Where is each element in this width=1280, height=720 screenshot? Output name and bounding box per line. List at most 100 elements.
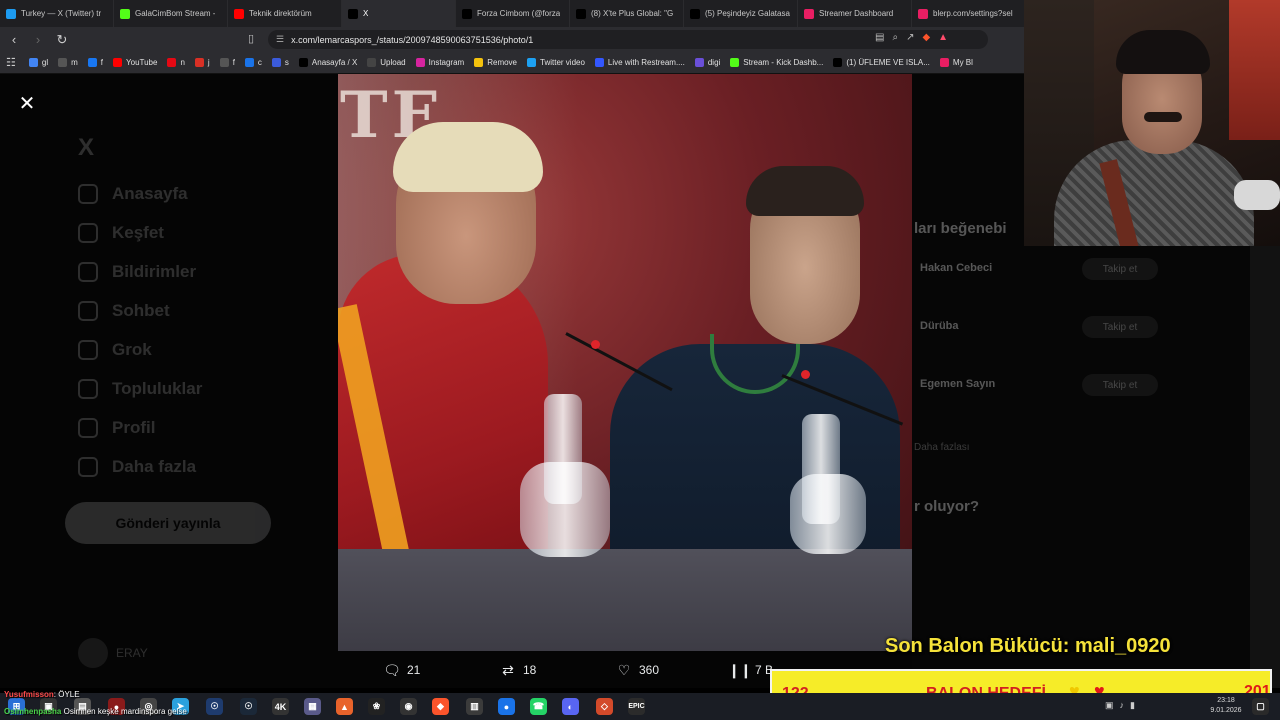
follow-button[interactable]: Takip et — [1082, 316, 1158, 338]
avatar — [78, 638, 108, 668]
bookmark-item[interactable]: c — [240, 58, 267, 67]
suggested-user-name[interactable]: Egemen Sayın — [920, 378, 995, 390]
x-icon — [690, 8, 700, 19]
4k-app-icon[interactable]: 4K — [272, 698, 289, 715]
browser-tab[interactable]: (8) X'te Plus Global: "G — [570, 0, 684, 27]
notification-icon[interactable]: ▢ — [1252, 698, 1269, 715]
share-icon[interactable]: ↗ — [906, 32, 914, 43]
x-logo[interactable]: X — [78, 134, 94, 162]
account-switcher[interactable]: ERAY — [78, 638, 148, 668]
bookmark-item[interactable]: YouTube — [108, 58, 162, 67]
browser-tab[interactable]: GalaCimBom Stream - — [114, 0, 228, 27]
bookmark-item[interactable]: Twitter video — [522, 58, 590, 67]
sidebar-nav-item[interactable]: Profil — [78, 418, 155, 438]
brave-browser-icon[interactable]: ▲ — [336, 698, 353, 715]
bookmark-favicon-icon — [113, 58, 123, 67]
bookmark-item[interactable]: Live with Restream.... — [590, 58, 690, 67]
browser-tab[interactable]: Turkey — X (Twitter) tr — [0, 0, 114, 27]
nav-label: Topluluklar — [112, 379, 203, 398]
bookmark-item[interactable]: s — [267, 58, 294, 67]
tweet-photo[interactable]: TF — [338, 74, 912, 651]
taskbar-clock[interactable]: 23:18 9.01.2026 — [1205, 696, 1247, 716]
steam-icon[interactable]: ☉ — [206, 698, 223, 715]
browser-tab[interactable]: blerp.com/settings?sel — [912, 0, 1026, 27]
app-icon[interactable]: ◉ — [400, 698, 417, 715]
bookmark-favicon-icon — [594, 58, 604, 67]
app-icon[interactable]: ▦ — [304, 698, 321, 715]
bookmark-item[interactable]: (1) ÜFLEME VE ISLA... — [828, 58, 935, 67]
app-icon[interactable]: ◇ — [596, 698, 613, 715]
back-icon[interactable]: ‹ — [4, 30, 24, 50]
suggested-user-name[interactable]: Dürüba — [920, 320, 959, 332]
bookmark-item[interactable]: f — [215, 58, 240, 67]
browser-tab[interactable]: Streamer Dashboard — [798, 0, 912, 27]
forward-icon[interactable]: › — [28, 30, 48, 50]
suggested-user-name[interactable]: Hakan Cebeci — [920, 262, 992, 274]
browser-tab[interactable]: Forza Cimbom (@forza — [456, 0, 570, 27]
browser-tab[interactable]: (5) Peşindeyiz Galatasa — [684, 0, 798, 27]
follow-button[interactable]: Takip et — [1082, 374, 1158, 396]
retweet-icon: ⇄ — [502, 661, 514, 678]
sidebar-nav-item[interactable]: Anasayfa — [78, 184, 188, 204]
brave-icon[interactable]: ◆ — [432, 698, 449, 715]
retweet-count: 18 — [523, 663, 537, 677]
post-button[interactable]: Gönderi yayınla — [65, 502, 271, 544]
follow-button[interactable]: Takip et — [1082, 258, 1158, 280]
sidebar-nav-item[interactable]: Keşfet — [78, 223, 164, 243]
steam-icon[interactable]: ☉ — [240, 698, 257, 715]
browser-tab[interactable]: Teknik direktörüm — [228, 0, 342, 27]
retweet-button[interactable]: ⇄ 18 — [500, 662, 536, 678]
bookmark-item[interactable]: My Bl — [935, 58, 978, 67]
bookmark-item[interactable]: digi — [690, 58, 725, 67]
bookmark-item[interactable]: Anasayfa / X — [294, 58, 362, 67]
reader-mode-icon[interactable]: ▤ — [875, 32, 884, 43]
battery-icon[interactable]: ▮ — [1130, 700, 1135, 711]
chrome-icon[interactable]: ● — [498, 698, 515, 715]
bookmark-item[interactable]: j — [190, 58, 215, 67]
browser-tab[interactable]: X — [342, 0, 456, 27]
show-more-link[interactable]: Daha fazlası — [914, 442, 970, 453]
bookmark-favicon-icon — [833, 58, 843, 67]
clock-date: 9.01.2026 — [1210, 707, 1242, 714]
close-icon[interactable]: ✕ — [16, 92, 38, 115]
sidebar-nav-item[interactable]: Daha fazla — [78, 457, 196, 477]
tab-title: (5) Peşindeyiz Galatasa — [705, 9, 790, 18]
sidebar-nav-item[interactable]: Grok — [78, 340, 152, 360]
epic-games-icon[interactable]: EPIC — [628, 698, 645, 715]
discord-icon[interactable]: ◐ — [562, 698, 579, 715]
sidebar-nav-item[interactable]: Sohbet — [78, 301, 170, 321]
bookmark-item[interactable]: Upload — [362, 58, 410, 67]
brave-shield-icon[interactable]: ◆ — [922, 32, 930, 43]
reply-button[interactable]: 🗨︎ 21 — [383, 662, 420, 678]
bookmark-item[interactable]: Remove — [469, 58, 522, 67]
bookmark-item[interactable]: Stream - Kick Dashb... — [725, 58, 828, 67]
chat-message: Osimhenpasha Osimhen keşke mardinspora g… — [4, 707, 187, 716]
sidebar-nav-item[interactable]: Bildirimler — [78, 262, 196, 282]
bookmark-item[interactable]: gl — [24, 58, 53, 67]
app-icon[interactable]: ▥ — [466, 698, 483, 715]
photo-glass — [520, 462, 610, 557]
like-button[interactable]: ♡ 360 — [616, 662, 659, 678]
network-icon[interactable]: ▣ — [1105, 700, 1114, 711]
chat-username: Osimhenpasha — [4, 707, 62, 716]
zoom-icon[interactable]: ⌕ — [892, 32, 898, 43]
bookmark-item[interactable]: Instagram — [411, 58, 470, 67]
volume-icon[interactable]: ♪ — [1120, 700, 1125, 711]
bookmark-item[interactable]: f — [83, 58, 108, 67]
bookmark-item[interactable]: m — [53, 58, 83, 67]
nav-label: Grok — [112, 340, 152, 359]
photo-mic-light — [591, 340, 600, 349]
views-button[interactable]: ❙❙ 7 B — [728, 662, 773, 678]
sidebar-nav-item[interactable]: Topluluklar — [78, 379, 202, 399]
apps-grid-icon[interactable]: ☷ — [6, 56, 16, 69]
site-settings-icon[interactable]: ☰ — [276, 34, 284, 45]
bookmark-icon[interactable]: ▯ — [248, 32, 254, 45]
bookmark-label: Anasayfa / X — [311, 58, 358, 67]
bookmark-label: j — [207, 58, 210, 67]
reload-icon[interactable]: ↻ — [52, 30, 72, 50]
bookmark-favicon-icon — [194, 58, 204, 67]
whatsapp-icon[interactable]: ☎ — [530, 698, 547, 715]
bookmark-item[interactable]: n — [162, 58, 189, 67]
brave-rewards-icon[interactable]: ▲ — [938, 32, 948, 43]
chatgpt-icon[interactable]: ❀ — [368, 698, 385, 715]
